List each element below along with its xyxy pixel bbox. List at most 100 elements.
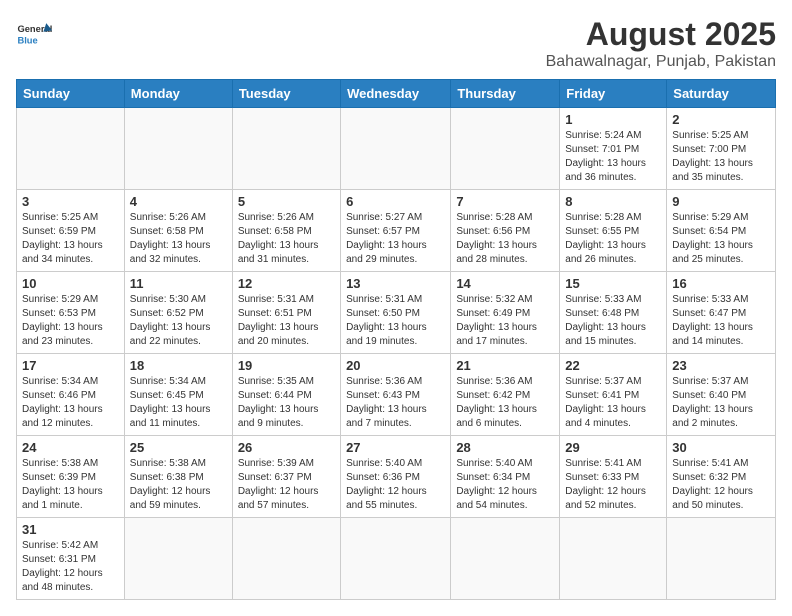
- calendar-cell: 3Sunrise: 5:25 AM Sunset: 6:59 PM Daylig…: [17, 190, 125, 272]
- day-info: Sunrise: 5:26 AM Sunset: 6:58 PM Dayligh…: [130, 211, 227, 267]
- calendar-cell: 5Sunrise: 5:26 AM Sunset: 6:58 PM Daylig…: [232, 190, 340, 272]
- calendar-cell: 6 Sunrise: 5:27 AM Sunset: 6:57 PM Daylig…: [341, 190, 451, 272]
- day-number: 7: [456, 194, 554, 209]
- calendar-cell: 27 Sunrise: 5:40 AM Sunset: 6:36 PM Dayli…: [341, 436, 451, 518]
- day-info: Sunrise: 5:29 AM Sunset: 6:54 PM Dayligh…: [672, 211, 770, 267]
- calendar-cell: 11 Sunrise: 5:30 AM Sunset: 6:52 PM Dayli…: [124, 272, 232, 354]
- logo: General Blue: [16, 16, 52, 52]
- day-info: Sunrise: 5:32 AM Sunset: 6:49 PM Dayligh…: [456, 293, 554, 349]
- calendar-cell: 20Sunrise: 5:36 AM Sunset: 6:43 PM Dayli…: [341, 354, 451, 436]
- day-number: 15: [565, 276, 661, 291]
- calendar-cell: 14 Sunrise: 5:32 AM Sunset: 6:49 PM Dayli…: [451, 272, 560, 354]
- day-number: 27: [346, 440, 445, 455]
- calendar-cell: [451, 518, 560, 600]
- calendar-cell: 10Sunrise: 5:29 AM Sunset: 6:53 PM Dayli…: [17, 272, 125, 354]
- day-info: Sunrise: 5:36 AM Sunset: 6:43 PM Dayligh…: [346, 375, 445, 431]
- week-row-5: 24 Sunrise: 5:38 AM Sunset: 6:39 PM Dayli…: [17, 436, 776, 518]
- day-info: Sunrise: 5:25 AM Sunset: 7:00 PM Dayligh…: [672, 129, 770, 185]
- calendar-cell: 21 Sunrise: 5:36 AM Sunset: 6:42 PM Dayli…: [451, 354, 560, 436]
- day-info: Sunrise: 5:31 AM Sunset: 6:51 PM Dayligh…: [238, 293, 335, 349]
- day-info: Sunrise: 5:31 AM Sunset: 6:50 PM Dayligh…: [346, 293, 445, 349]
- calendar-cell: 25 Sunrise: 5:38 AM Sunset: 6:38 PM Dayli…: [124, 436, 232, 518]
- week-row-6: 31 Sunrise: 5:42 AM Sunset: 6:31 PM Dayli…: [17, 518, 776, 600]
- title-area: August 2025 Bahawalnagar, Punjab, Pakist…: [546, 16, 776, 71]
- calendar-cell: [124, 518, 232, 600]
- day-info: Sunrise: 5:28 AM Sunset: 6:55 PM Dayligh…: [565, 211, 661, 267]
- day-number: 4: [130, 194, 227, 209]
- calendar-cell: 28 Sunrise: 5:40 AM Sunset: 6:34 PM Dayli…: [451, 436, 560, 518]
- week-row-4: 17Sunrise: 5:34 AM Sunset: 6:46 PM Dayli…: [17, 354, 776, 436]
- header-tuesday: Tuesday: [232, 80, 340, 108]
- calendar-cell: 12 Sunrise: 5:31 AM Sunset: 6:51 PM Dayli…: [232, 272, 340, 354]
- calendar-cell: [560, 518, 667, 600]
- day-number: 28: [456, 440, 554, 455]
- day-number: 9: [672, 194, 770, 209]
- day-info: Sunrise: 5:30 AM Sunset: 6:52 PM Dayligh…: [130, 293, 227, 349]
- day-info: Sunrise: 5:36 AM Sunset: 6:42 PM Dayligh…: [456, 375, 554, 431]
- calendar-cell: 29 Sunrise: 5:41 AM Sunset: 6:33 PM Dayli…: [560, 436, 667, 518]
- day-number: 26: [238, 440, 335, 455]
- calendar-title: August 2025: [546, 16, 776, 53]
- day-info: Sunrise: 5:38 AM Sunset: 6:39 PM Dayligh…: [22, 457, 119, 513]
- day-info: Sunrise: 5:24 AM Sunset: 7:01 PM Dayligh…: [565, 129, 661, 185]
- calendar-cell: 31 Sunrise: 5:42 AM Sunset: 6:31 PM Dayli…: [17, 518, 125, 600]
- day-info: Sunrise: 5:34 AM Sunset: 6:45 PM Dayligh…: [130, 375, 227, 431]
- header-wednesday: Wednesday: [341, 80, 451, 108]
- calendar-cell: [17, 108, 125, 190]
- week-row-2: 3Sunrise: 5:25 AM Sunset: 6:59 PM Daylig…: [17, 190, 776, 272]
- day-number: 23: [672, 358, 770, 373]
- header-monday: Monday: [124, 80, 232, 108]
- logo-icon: General Blue: [16, 16, 52, 52]
- day-info: Sunrise: 5:41 AM Sunset: 6:33 PM Dayligh…: [565, 457, 661, 513]
- day-info: Sunrise: 5:34 AM Sunset: 6:46 PM Dayligh…: [22, 375, 119, 431]
- day-info: Sunrise: 5:37 AM Sunset: 6:40 PM Dayligh…: [672, 375, 770, 431]
- day-info: Sunrise: 5:41 AM Sunset: 6:32 PM Dayligh…: [672, 457, 770, 513]
- day-number: 1: [565, 112, 661, 127]
- calendar-cell: 24 Sunrise: 5:38 AM Sunset: 6:39 PM Dayli…: [17, 436, 125, 518]
- calendar-cell: 26Sunrise: 5:39 AM Sunset: 6:37 PM Dayli…: [232, 436, 340, 518]
- week-row-3: 10Sunrise: 5:29 AM Sunset: 6:53 PM Dayli…: [17, 272, 776, 354]
- week-row-1: 1 Sunrise: 5:24 AM Sunset: 7:01 PM Daylig…: [17, 108, 776, 190]
- calendar-cell: 18 Sunrise: 5:34 AM Sunset: 6:45 PM Dayli…: [124, 354, 232, 436]
- day-info: Sunrise: 5:40 AM Sunset: 6:36 PM Dayligh…: [346, 457, 445, 513]
- day-info: Sunrise: 5:28 AM Sunset: 6:56 PM Dayligh…: [456, 211, 554, 267]
- day-info: Sunrise: 5:38 AM Sunset: 6:38 PM Dayligh…: [130, 457, 227, 513]
- day-info: Sunrise: 5:42 AM Sunset: 6:31 PM Dayligh…: [22, 539, 119, 595]
- day-number: 11: [130, 276, 227, 291]
- calendar-cell: [667, 518, 776, 600]
- day-info: Sunrise: 5:27 AM Sunset: 6:57 PM Dayligh…: [346, 211, 445, 267]
- day-number: 12: [238, 276, 335, 291]
- day-info: Sunrise: 5:29 AM Sunset: 6:53 PM Dayligh…: [22, 293, 119, 349]
- day-number: 31: [22, 522, 119, 537]
- svg-text:Blue: Blue: [17, 35, 37, 45]
- calendar-cell: [232, 518, 340, 600]
- calendar-cell: 2Sunrise: 5:25 AM Sunset: 7:00 PM Daylig…: [667, 108, 776, 190]
- day-number: 25: [130, 440, 227, 455]
- header-thursday: Thursday: [451, 80, 560, 108]
- day-number: 22: [565, 358, 661, 373]
- day-number: 24: [22, 440, 119, 455]
- day-number: 14: [456, 276, 554, 291]
- day-number: 30: [672, 440, 770, 455]
- calendar-subtitle: Bahawalnagar, Punjab, Pakistan: [546, 53, 776, 71]
- day-number: 21: [456, 358, 554, 373]
- day-info: Sunrise: 5:26 AM Sunset: 6:58 PM Dayligh…: [238, 211, 335, 267]
- calendar-cell: 23 Sunrise: 5:37 AM Sunset: 6:40 PM Dayli…: [667, 354, 776, 436]
- day-number: 16: [672, 276, 770, 291]
- calendar-cell: [232, 108, 340, 190]
- day-info: Sunrise: 5:35 AM Sunset: 6:44 PM Dayligh…: [238, 375, 335, 431]
- calendar-cell: 19Sunrise: 5:35 AM Sunset: 6:44 PM Dayli…: [232, 354, 340, 436]
- day-number: 3: [22, 194, 119, 209]
- calendar-cell: 1 Sunrise: 5:24 AM Sunset: 7:01 PM Daylig…: [560, 108, 667, 190]
- header-sunday: Sunday: [17, 80, 125, 108]
- day-number: 6: [346, 194, 445, 209]
- day-info: Sunrise: 5:40 AM Sunset: 6:34 PM Dayligh…: [456, 457, 554, 513]
- calendar-cell: 15 Sunrise: 5:33 AM Sunset: 6:48 PM Dayli…: [560, 272, 667, 354]
- day-info: Sunrise: 5:33 AM Sunset: 6:48 PM Dayligh…: [565, 293, 661, 349]
- day-number: 18: [130, 358, 227, 373]
- calendar-cell: 22Sunrise: 5:37 AM Sunset: 6:41 PM Dayli…: [560, 354, 667, 436]
- day-number: 13: [346, 276, 445, 291]
- day-number: 29: [565, 440, 661, 455]
- calendar-cell: [341, 518, 451, 600]
- calendar-cell: 9 Sunrise: 5:29 AM Sunset: 6:54 PM Daylig…: [667, 190, 776, 272]
